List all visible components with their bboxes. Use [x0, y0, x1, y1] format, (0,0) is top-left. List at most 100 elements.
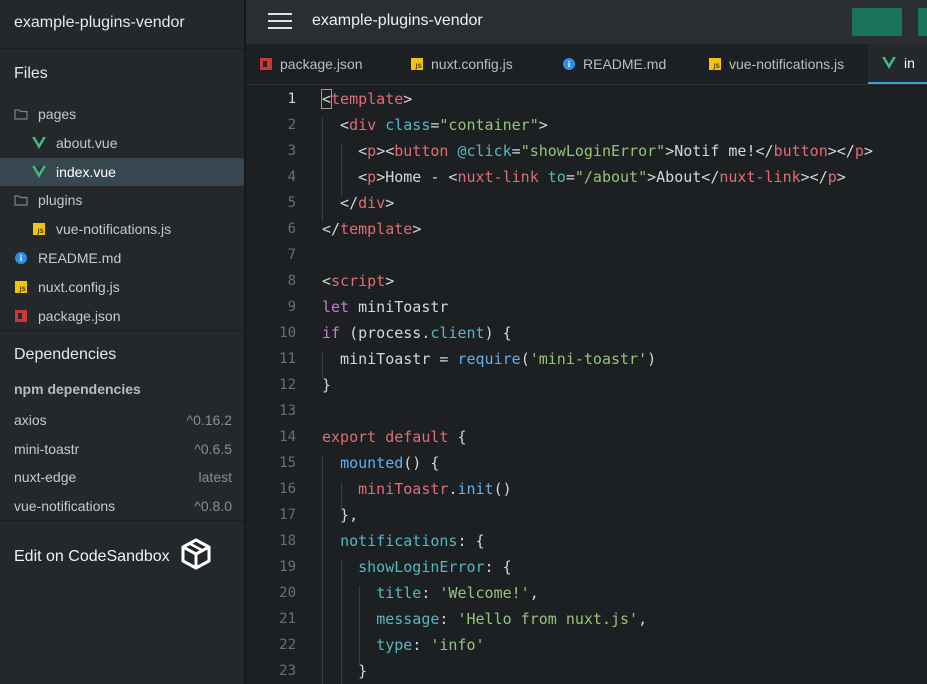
line-number: 13: [279, 403, 296, 419]
file-tree-item[interactable]: about.vue: [0, 129, 244, 157]
divider: [0, 520, 244, 521]
file-tree-item[interactable]: index.vue: [0, 157, 244, 186]
file-tree-item[interactable]: pages: [0, 100, 244, 128]
indent-guide: [322, 560, 323, 586]
sidebar-project-title: example-plugins-vendor: [14, 14, 185, 31]
file-tree-item-label: README.md: [38, 250, 122, 266]
line-number: 10: [279, 325, 296, 341]
dependency-item[interactable]: axios ^0.16.2: [14, 410, 232, 430]
code-line[interactable]: <p>Home - <nuxt-link to="/about">About</…: [322, 168, 846, 186]
editor-tab[interactable]: in: [868, 44, 927, 84]
npm-icon: [14, 309, 28, 323]
vue-icon: [882, 57, 896, 69]
editor-tab[interactable]: JS nuxt.config.js: [411, 44, 551, 84]
code-line[interactable]: if (process.client) {: [322, 324, 512, 342]
file-tree-item-label: index.vue: [56, 163, 116, 180]
code-line[interactable]: message: 'Hello from nuxt.js',: [322, 610, 647, 628]
code-line[interactable]: <div class="container">: [322, 116, 548, 134]
file-tree-item[interactable]: JS vue-notifications.js: [0, 215, 244, 243]
code-line[interactable]: mounted() {: [322, 454, 439, 472]
editor-tab[interactable]: package.json: [260, 44, 400, 84]
code-line[interactable]: type: 'info': [322, 636, 484, 654]
toolbar-button[interactable]: [918, 8, 927, 36]
dependency-name: nuxt-edge: [14, 469, 77, 486]
editor-tab[interactable]: i README.md: [563, 44, 698, 84]
line-number: 19: [279, 559, 296, 575]
toolbar-button[interactable]: [852, 8, 902, 36]
line-number: 21: [279, 611, 296, 627]
dependency-item[interactable]: vue-notifications ^0.8.0: [14, 496, 232, 516]
code-line[interactable]: notifications: {: [322, 532, 485, 550]
edit-on-codesandbox-link[interactable]: Edit on CodeSandbox: [14, 538, 212, 575]
npm-dependencies-heading: npm dependencies: [14, 381, 141, 397]
dependency-item[interactable]: mini-toastr ^0.6.5: [14, 439, 232, 459]
code-line[interactable]: </div>: [322, 194, 394, 212]
menu-icon[interactable]: [268, 13, 292, 31]
indent-guide: [359, 638, 361, 664]
files-heading[interactable]: Files: [14, 65, 48, 83]
line-number: 15: [279, 455, 296, 471]
code-line[interactable]: title: 'Welcome!',: [322, 584, 539, 602]
file-tree-item-label: vue-notifications.js: [56, 221, 172, 238]
code-line[interactable]: let miniToastr: [322, 298, 448, 316]
file-tree-item-label: nuxt.config.js: [38, 278, 120, 295]
code-line[interactable]: }: [322, 662, 367, 680]
code-line[interactable]: showLoginError: {: [322, 558, 512, 576]
file-tree-item[interactable]: JS nuxt.config.js: [0, 273, 244, 301]
code-line[interactable]: },: [322, 506, 358, 524]
dependency-item[interactable]: nuxt-edge latest: [14, 467, 232, 487]
indent-guide: [322, 456, 323, 482]
line-number: 8: [287, 273, 296, 289]
code-editor[interactable]: 1 <template> 2 <div class="container"> 3 <p…: [246, 85, 927, 684]
code-line[interactable]: export default {: [322, 428, 467, 446]
editor-tab-label: in: [904, 55, 915, 71]
indent-guide: [359, 612, 361, 638]
npm-icon: [260, 58, 272, 70]
dependency-version: latest: [198, 469, 232, 486]
vue-icon: [32, 136, 46, 150]
line-number: 7: [287, 247, 296, 263]
indent-guide: [340, 664, 342, 684]
dependency-version: ^0.16.2: [186, 412, 233, 428]
vue-icon: [32, 165, 46, 179]
indent-guide: [359, 586, 361, 612]
indent-guide: [322, 118, 323, 144]
code-line[interactable]: <template>: [320, 89, 412, 109]
code-line[interactable]: }: [322, 376, 331, 394]
line-number: 11: [279, 351, 296, 367]
folder-icon: [14, 107, 28, 121]
code-line[interactable]: miniToastr.init(): [322, 480, 512, 498]
code-line[interactable]: </template>: [322, 220, 421, 238]
divider: [0, 48, 244, 49]
code-line[interactable]: miniToastr = require('mini-toastr'): [322, 350, 656, 368]
editor-tab-label: package.json: [280, 56, 363, 72]
top-bar: example-plugins-vendor: [246, 0, 927, 44]
indent-guide: [322, 196, 323, 222]
line-number: 6: [287, 221, 296, 237]
line-number: 18: [279, 533, 296, 549]
codesandbox-logo-icon: [180, 538, 212, 575]
indent-guide: [340, 560, 342, 586]
project-title: example-plugins-vendor: [312, 12, 483, 29]
file-tree-item[interactable]: plugins: [0, 186, 244, 214]
line-number: 16: [279, 481, 296, 497]
code-line[interactable]: <p><button @click="showLoginError">Notif…: [322, 142, 873, 160]
file-tree-item[interactable]: package.json: [0, 302, 244, 330]
indent-guide: [322, 586, 323, 612]
line-number: 20: [279, 585, 296, 601]
indent-guide: [340, 638, 342, 664]
js-icon: JS: [411, 58, 423, 70]
file-tree-item[interactable]: i README.md: [0, 244, 244, 272]
sidebar: example-plugins-vendor Files pages about.…: [0, 0, 246, 684]
editor-tab[interactable]: JS vue-notifications.js: [709, 44, 869, 84]
edit-link-label: Edit on CodeSandbox: [14, 547, 170, 565]
dependencies-heading[interactable]: Dependencies: [14, 346, 116, 364]
line-number: 17: [279, 507, 296, 523]
indent-guide: [322, 612, 323, 638]
info-icon: i: [14, 251, 28, 265]
indent-guide: [322, 534, 323, 560]
file-tree-item-label: about.vue: [56, 134, 118, 151]
code-line[interactable]: <script>: [322, 272, 394, 290]
js-icon: JS: [709, 58, 721, 70]
indent-guide: [322, 352, 323, 378]
